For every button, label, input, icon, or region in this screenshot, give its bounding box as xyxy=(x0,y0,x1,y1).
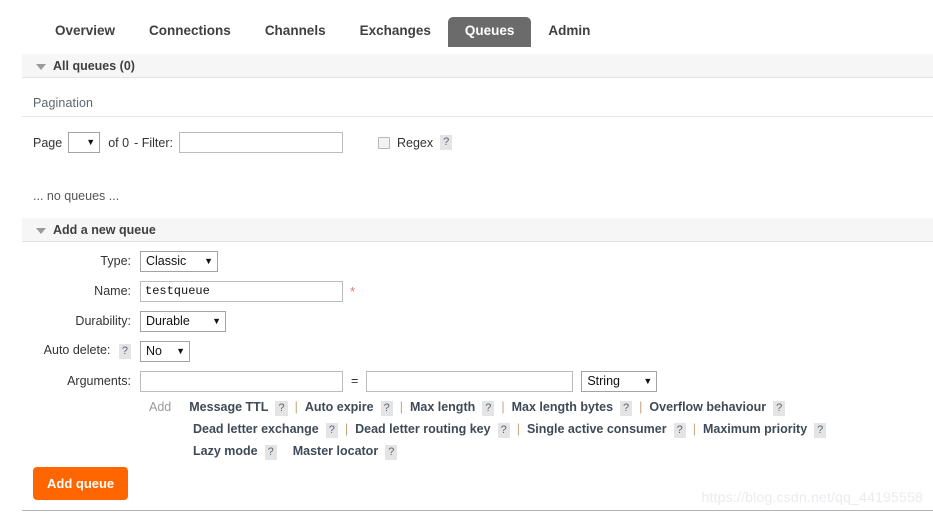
preset-link-dead-letter-exchange[interactable]: Dead letter exchange xyxy=(193,422,319,436)
filter-label: - Filter: xyxy=(134,135,173,150)
chevron-down-icon: ▼ xyxy=(176,345,185,356)
type-label: Type: xyxy=(100,254,131,268)
page-label: Page xyxy=(33,135,63,150)
add-queue-form: Type: Classic ▼ Name: * Durability: Dura… xyxy=(22,250,933,464)
preset-separator: | xyxy=(639,400,643,414)
rabbitmq-management-page: Overview Connections Channels Exchanges Queu… xyxy=(0,0,933,518)
help-icon[interactable]: ? xyxy=(620,401,633,416)
help-icon[interactable]: ? xyxy=(814,423,827,438)
preset-separator: | xyxy=(399,400,403,414)
pagination-label: Pagination xyxy=(33,96,94,110)
tab-channels[interactable]: Channels xyxy=(248,17,343,47)
tab-admin[interactable]: Admin xyxy=(531,17,607,47)
argument-key-input[interactable] xyxy=(140,370,343,392)
section-header-all-queues[interactable]: All queues (0) xyxy=(22,54,933,78)
help-icon[interactable]: ? xyxy=(497,423,510,438)
bottom-divider xyxy=(22,510,933,511)
pagination-controls: Page ▼ of 0 - Filter: xyxy=(33,132,343,153)
form-row-arguments: Arguments: = String ▼ xyxy=(22,370,933,392)
preset-group-1: Message TTL? | Auto expire? | Max length? | Ma… xyxy=(189,398,786,416)
preset-link-single-active-consumer[interactable]: Single active consumer xyxy=(527,422,667,436)
page-select[interactable]: ▼ xyxy=(68,132,101,153)
argument-equals: = xyxy=(351,374,359,388)
add-queue-title: Add a new queue xyxy=(53,222,156,237)
all-queues-title: All queues (0) xyxy=(53,58,135,73)
help-icon[interactable]: ? xyxy=(773,401,786,416)
required-marker: * xyxy=(350,283,356,299)
preset-separator: | xyxy=(294,400,298,414)
add-argument-label: Add xyxy=(149,400,172,414)
regex-checkbox[interactable] xyxy=(378,136,390,149)
preset-link-auto-expire[interactable]: Auto expire xyxy=(305,400,374,414)
chevron-down-icon: ▼ xyxy=(643,375,653,386)
auto-delete-label-text: Auto delete: xyxy=(43,343,111,357)
form-row-durability: Durability: Durable ▼ xyxy=(22,310,933,332)
help-icon[interactable]: ? xyxy=(275,401,288,416)
argument-type-select[interactable]: String ▼ xyxy=(581,370,658,392)
preset-link-message-ttl[interactable]: Message TTL xyxy=(189,400,268,414)
preset-link-lazy-mode[interactable]: Lazy mode xyxy=(193,444,258,458)
preset-separator: | xyxy=(344,422,349,436)
tab-connections[interactable]: Connections xyxy=(132,17,248,47)
preset-link-master-locator[interactable]: Master locator xyxy=(293,444,378,458)
page-count-label: of 0 xyxy=(108,135,130,150)
tab-overview[interactable]: Overview xyxy=(38,17,132,47)
chevron-down-icon xyxy=(36,63,46,70)
tab-list: Overview Connections Channels Exchanges Queu… xyxy=(22,14,933,47)
durability-select[interactable]: Durable ▼ xyxy=(140,310,226,332)
help-icon[interactable]: ? xyxy=(482,401,495,416)
preset-row-2: Dead letter exchange? | Dead letter routin… xyxy=(193,420,933,438)
form-row-auto-delete: Auto delete: ? No ▼ xyxy=(22,340,933,362)
help-icon[interactable]: ? xyxy=(118,344,131,359)
tab-queues[interactable]: Queues xyxy=(447,17,532,47)
pagination-divider xyxy=(22,116,933,117)
argument-type-value: String xyxy=(587,374,620,388)
chevron-down-icon: ▼ xyxy=(86,137,96,147)
help-icon[interactable]: ? xyxy=(264,445,277,460)
preset-row-1: Add Message TTL? | Auto expire? | Max length… xyxy=(149,398,933,416)
durability-select-value: Durable xyxy=(146,314,190,328)
argument-presets: Add Message TTL? | Auto expire? | Max length… xyxy=(140,398,933,460)
durability-label: Durability: xyxy=(75,314,131,328)
preset-link-overflow-behaviour[interactable]: Overflow behaviour xyxy=(649,400,766,414)
preset-group-3: Lazy mode?|Master locator? xyxy=(193,442,398,460)
type-select-value: Classic xyxy=(146,254,187,268)
watermark: https://blog.csdn.net/qq_44195558 xyxy=(701,489,923,505)
auto-delete-select[interactable]: No ▼ xyxy=(140,340,190,362)
preset-separator: | xyxy=(692,422,696,436)
preset-separator: | xyxy=(516,422,520,436)
preset-link-dead-letter-routing-key[interactable]: Dead letter routing key xyxy=(355,422,490,436)
auto-delete-label: Auto delete: ? xyxy=(22,343,140,359)
name-label: Name: xyxy=(94,284,131,298)
filter-input[interactable] xyxy=(178,132,343,153)
preset-row-3: Lazy mode?|Master locator? xyxy=(193,442,933,460)
arguments-label: Arguments: xyxy=(67,374,131,388)
preset-separator: | xyxy=(501,400,505,414)
auto-delete-select-value: No xyxy=(146,344,162,358)
tab-exchanges[interactable]: Exchanges xyxy=(343,17,448,47)
main-navigation: Overview Connections Channels Exchanges Queu… xyxy=(22,14,933,62)
add-queue-button[interactable]: Add queue xyxy=(33,467,129,500)
help-icon[interactable]: ? xyxy=(385,445,398,460)
type-select[interactable]: Classic ▼ xyxy=(140,250,218,272)
name-input[interactable] xyxy=(140,280,343,302)
chevron-down-icon: ▼ xyxy=(204,255,213,266)
chevron-down-icon: ▼ xyxy=(212,315,221,326)
empty-queues-message: ... no queues ... xyxy=(33,189,120,203)
form-row-name: Name: * xyxy=(22,280,933,302)
regex-option: Regex ? xyxy=(378,135,453,150)
help-icon[interactable]: ? xyxy=(673,423,686,438)
argument-value-input[interactable] xyxy=(366,370,574,392)
form-row-type: Type: Classic ▼ xyxy=(22,250,933,272)
section-header-add-queue[interactable]: Add a new queue xyxy=(22,218,933,242)
preset-group-2: Dead letter exchange? | Dead letter routin… xyxy=(193,420,827,438)
regex-label: Regex xyxy=(397,135,434,150)
chevron-down-icon xyxy=(36,227,46,234)
preset-link-max-length[interactable]: Max length xyxy=(410,400,475,414)
preset-link-maximum-priority[interactable]: Maximum priority xyxy=(703,422,807,436)
help-icon[interactable]: ? xyxy=(380,401,393,416)
help-icon[interactable]: ? xyxy=(440,135,453,150)
help-icon[interactable]: ? xyxy=(325,423,338,438)
preset-link-max-length-bytes[interactable]: Max length bytes xyxy=(512,400,613,414)
